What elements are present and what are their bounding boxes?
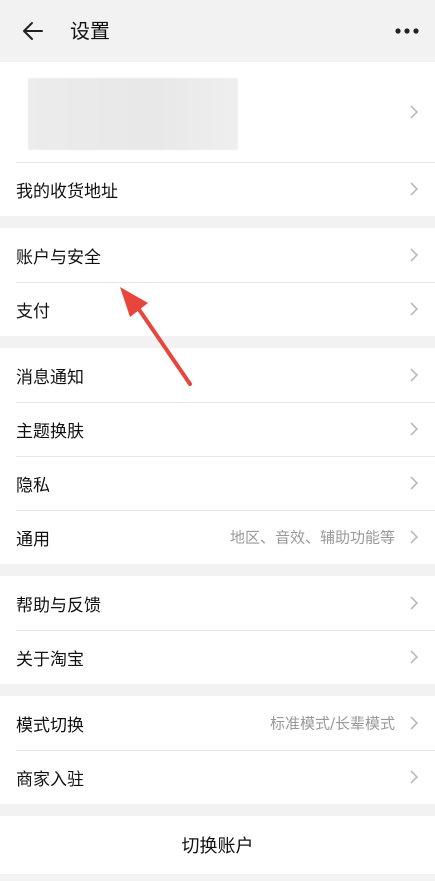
chevron-right-icon: [410, 422, 419, 436]
settings-item-general[interactable]: 通用 地区、音效、辅助功能等: [0, 510, 435, 564]
settings-item-notifications[interactable]: 消息通知: [0, 348, 435, 402]
chevron-right-icon: [410, 248, 419, 262]
chevron-right-icon: [410, 770, 419, 784]
group-divider: [0, 804, 435, 816]
chevron-right-icon: [410, 302, 419, 316]
chevron-right-icon: [410, 368, 419, 382]
header-bar: 设置: [0, 0, 435, 62]
chevron-right-icon: [410, 650, 419, 664]
settings-item-about[interactable]: 关于淘宝: [0, 630, 435, 684]
settings-item-label: 主题换肤: [16, 421, 84, 442]
settings-item-mode-switch[interactable]: 模式切换 标准模式/长辈模式: [0, 696, 435, 750]
settings-item-merchant[interactable]: 商家入驻: [0, 750, 435, 804]
chevron-right-icon: [410, 182, 419, 196]
profile-row[interactable]: [0, 62, 435, 162]
settings-item-label: 模式切换: [16, 715, 84, 736]
settings-item-privacy[interactable]: 隐私: [0, 456, 435, 510]
group-divider: [0, 684, 435, 696]
settings-item-label: 支付: [16, 301, 50, 322]
settings-item-theme[interactable]: 主题换肤: [0, 402, 435, 456]
settings-item-address[interactable]: 我的收货地址: [0, 162, 435, 216]
settings-item-label: 账户与安全: [16, 247, 101, 268]
group-divider: [0, 564, 435, 576]
settings-item-label: 商家入驻: [16, 769, 84, 790]
settings-item-label: 隐私: [16, 475, 50, 496]
settings-group-account: 账户与安全 支付: [0, 228, 435, 336]
settings-item-label: 消息通知: [16, 367, 84, 388]
chevron-right-icon: [410, 476, 419, 490]
settings-item-hint: 地区、音效、辅助功能等: [229, 528, 395, 547]
settings-item-help[interactable]: 帮助与反馈: [0, 576, 435, 630]
settings-item-label: 通用: [16, 529, 50, 550]
chevron-right-icon: [410, 716, 419, 730]
settings-item-account-security[interactable]: 账户与安全: [0, 228, 435, 282]
group-divider: [0, 336, 435, 348]
settings-item-label: 关于淘宝: [16, 649, 84, 670]
settings-group-profile: 我的收货地址: [0, 62, 435, 216]
settings-item-payment[interactable]: 支付: [0, 282, 435, 336]
settings-group-mode: 模式切换 标准模式/长辈模式 商家入驻: [0, 696, 435, 804]
back-arrow-icon[interactable]: [20, 18, 46, 44]
settings-group-preferences: 消息通知 主题换肤 隐私 通用 地区、音效、辅助功能等: [0, 348, 435, 564]
profile-card-blurred: [28, 78, 238, 150]
settings-item-hint: 标准模式/长辈模式: [269, 714, 395, 733]
page-title: 设置: [70, 19, 110, 43]
switch-account-button[interactable]: 切换账户: [0, 816, 435, 874]
chevron-right-icon: [410, 596, 419, 610]
settings-item-label: 我的收货地址: [16, 181, 118, 202]
chevron-right-icon: [410, 105, 419, 119]
settings-group-support: 帮助与反馈 关于淘宝: [0, 576, 435, 684]
settings-item-label: 帮助与反馈: [16, 595, 101, 616]
group-divider: [0, 216, 435, 228]
more-dots-icon[interactable]: [393, 22, 421, 40]
chevron-right-icon: [410, 530, 419, 544]
